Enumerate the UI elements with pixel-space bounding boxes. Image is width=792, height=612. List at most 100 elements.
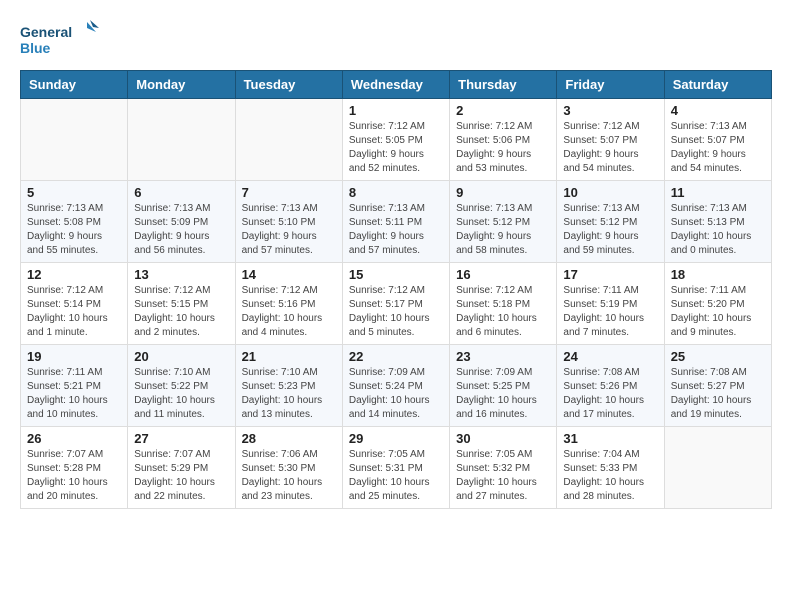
calendar-cell — [128, 99, 235, 181]
day-number: 31 — [563, 431, 657, 446]
calendar-cell: 18 Sunrise: 7:11 AM Sunset: 5:20 PM Dayli… — [664, 263, 771, 345]
calendar-cell: 15 Sunrise: 7:12 AM Sunset: 5:17 PM Dayli… — [342, 263, 449, 345]
day-number: 8 — [349, 185, 443, 200]
day-info: Sunrise: 7:13 AM Sunset: 5:07 PM Dayligh… — [671, 120, 765, 176]
calendar-cell: 10 Sunrise: 7:13 AM Sunset: 5:12 PM Dayli… — [557, 181, 664, 263]
svg-text:General: General — [20, 24, 72, 40]
weekday-header-saturday: Saturday — [664, 71, 771, 99]
calendar-cell: 26 Sunrise: 7:07 AM Sunset: 5:28 PM Dayli… — [21, 427, 128, 509]
calendar-cell: 23 Sunrise: 7:09 AM Sunset: 5:25 PM Dayli… — [450, 345, 557, 427]
calendar-cell: 14 Sunrise: 7:12 AM Sunset: 5:16 PM Dayli… — [235, 263, 342, 345]
calendar-week-row: 1 Sunrise: 7:12 AM Sunset: 5:05 PM Daylig… — [21, 99, 772, 181]
calendar-cell: 17 Sunrise: 7:11 AM Sunset: 5:19 PM Dayli… — [557, 263, 664, 345]
day-info: Sunrise: 7:11 AM Sunset: 5:21 PM Dayligh… — [27, 366, 121, 422]
day-number: 26 — [27, 431, 121, 446]
calendar-cell: 13 Sunrise: 7:12 AM Sunset: 5:15 PM Dayli… — [128, 263, 235, 345]
day-number: 19 — [27, 349, 121, 364]
calendar-cell — [664, 427, 771, 509]
day-info: Sunrise: 7:10 AM Sunset: 5:22 PM Dayligh… — [134, 366, 228, 422]
logo: General Blue — [20, 20, 100, 60]
day-number: 12 — [27, 267, 121, 282]
day-info: Sunrise: 7:13 AM Sunset: 5:08 PM Dayligh… — [27, 202, 121, 258]
weekday-header-sunday: Sunday — [21, 71, 128, 99]
day-number: 18 — [671, 267, 765, 282]
day-info: Sunrise: 7:07 AM Sunset: 5:28 PM Dayligh… — [27, 448, 121, 504]
day-number: 15 — [349, 267, 443, 282]
day-info: Sunrise: 7:13 AM Sunset: 5:13 PM Dayligh… — [671, 202, 765, 258]
calendar-week-row: 12 Sunrise: 7:12 AM Sunset: 5:14 PM Dayli… — [21, 263, 772, 345]
day-number: 7 — [242, 185, 336, 200]
day-number: 10 — [563, 185, 657, 200]
day-number: 9 — [456, 185, 550, 200]
calendar-cell: 22Sunrise: 7:09 AM Sunset: 5:24 PM Dayli… — [342, 345, 449, 427]
day-number: 25 — [671, 349, 765, 364]
logo-svg: General Blue — [20, 20, 100, 60]
calendar-cell: 21 Sunrise: 7:10 AM Sunset: 5:23 PM Dayli… — [235, 345, 342, 427]
calendar-cell: 5 Sunrise: 7:13 AM Sunset: 5:08 PM Daylig… — [21, 181, 128, 263]
day-number: 1 — [349, 103, 443, 118]
day-info: Sunrise: 7:08 AM Sunset: 5:26 PM Dayligh… — [563, 366, 657, 422]
calendar-cell: 3 Sunrise: 7:12 AM Sunset: 5:07 PM Daylig… — [557, 99, 664, 181]
page-header: General Blue — [20, 20, 772, 60]
calendar-week-row: 5 Sunrise: 7:13 AM Sunset: 5:08 PM Daylig… — [21, 181, 772, 263]
day-info: Sunrise: 7:06 AM Sunset: 5:30 PM Dayligh… — [242, 448, 336, 504]
day-info: Sunrise: 7:12 AM Sunset: 5:17 PM Dayligh… — [349, 284, 443, 340]
calendar-cell: 28 Sunrise: 7:06 AM Sunset: 5:30 PM Dayli… — [235, 427, 342, 509]
day-number: 20 — [134, 349, 228, 364]
svg-text:Blue: Blue — [20, 40, 51, 56]
day-number: 4 — [671, 103, 765, 118]
day-info: Sunrise: 7:12 AM Sunset: 5:14 PM Dayligh… — [27, 284, 121, 340]
day-number: 23 — [456, 349, 550, 364]
calendar-cell: 9 Sunrise: 7:13 AM Sunset: 5:12 PM Daylig… — [450, 181, 557, 263]
weekday-header-wednesday: Wednesday — [342, 71, 449, 99]
day-info: Sunrise: 7:13 AM Sunset: 5:12 PM Dayligh… — [456, 202, 550, 258]
calendar-cell: 16 Sunrise: 7:12 AM Sunset: 5:18 PM Dayli… — [450, 263, 557, 345]
day-info: Sunrise: 7:09 AM Sunset: 5:25 PM Dayligh… — [456, 366, 550, 422]
calendar-week-row: 19 Sunrise: 7:11 AM Sunset: 5:21 PM Dayli… — [21, 345, 772, 427]
day-info: Sunrise: 7:04 AM Sunset: 5:33 PM Dayligh… — [563, 448, 657, 504]
day-number: 22 — [349, 349, 443, 364]
calendar-cell: 1 Sunrise: 7:12 AM Sunset: 5:05 PM Daylig… — [342, 99, 449, 181]
day-number: 24 — [563, 349, 657, 364]
weekday-header-thursday: Thursday — [450, 71, 557, 99]
day-number: 21 — [242, 349, 336, 364]
day-info: Sunrise: 7:12 AM Sunset: 5:15 PM Dayligh… — [134, 284, 228, 340]
calendar-cell — [235, 99, 342, 181]
day-number: 6 — [134, 185, 228, 200]
day-number: 2 — [456, 103, 550, 118]
calendar-cell: 8Sunrise: 7:13 AM Sunset: 5:11 PM Daylig… — [342, 181, 449, 263]
day-info: Sunrise: 7:12 AM Sunset: 5:18 PM Dayligh… — [456, 284, 550, 340]
day-info: Sunrise: 7:12 AM Sunset: 5:05 PM Dayligh… — [349, 120, 443, 176]
day-info: Sunrise: 7:12 AM Sunset: 5:16 PM Dayligh… — [242, 284, 336, 340]
day-number: 14 — [242, 267, 336, 282]
calendar-cell: 24 Sunrise: 7:08 AM Sunset: 5:26 PM Dayli… — [557, 345, 664, 427]
day-info: Sunrise: 7:13 AM Sunset: 5:10 PM Dayligh… — [242, 202, 336, 258]
day-number: 3 — [563, 103, 657, 118]
calendar-cell: 31 Sunrise: 7:04 AM Sunset: 5:33 PM Dayli… — [557, 427, 664, 509]
calendar-cell: 4 Sunrise: 7:13 AM Sunset: 5:07 PM Daylig… — [664, 99, 771, 181]
day-number: 16 — [456, 267, 550, 282]
day-number: 5 — [27, 185, 121, 200]
day-info: Sunrise: 7:08 AM Sunset: 5:27 PM Dayligh… — [671, 366, 765, 422]
day-info: Sunrise: 7:11 AM Sunset: 5:20 PM Dayligh… — [671, 284, 765, 340]
calendar-cell: 2 Sunrise: 7:12 AM Sunset: 5:06 PM Daylig… — [450, 99, 557, 181]
calendar-cell: 30Sunrise: 7:05 AM Sunset: 5:32 PM Dayli… — [450, 427, 557, 509]
day-info: Sunrise: 7:10 AM Sunset: 5:23 PM Dayligh… — [242, 366, 336, 422]
calendar-cell: 12 Sunrise: 7:12 AM Sunset: 5:14 PM Dayli… — [21, 263, 128, 345]
day-number: 28 — [242, 431, 336, 446]
day-info: Sunrise: 7:12 AM Sunset: 5:06 PM Dayligh… — [456, 120, 550, 176]
weekday-header-tuesday: Tuesday — [235, 71, 342, 99]
day-number: 13 — [134, 267, 228, 282]
calendar-table: SundayMondayTuesdayWednesdayThursdayFrid… — [20, 70, 772, 509]
calendar-cell: 27Sunrise: 7:07 AM Sunset: 5:29 PM Dayli… — [128, 427, 235, 509]
day-number: 11 — [671, 185, 765, 200]
calendar-cell: 7 Sunrise: 7:13 AM Sunset: 5:10 PM Daylig… — [235, 181, 342, 263]
day-info: Sunrise: 7:13 AM Sunset: 5:12 PM Dayligh… — [563, 202, 657, 258]
day-info: Sunrise: 7:11 AM Sunset: 5:19 PM Dayligh… — [563, 284, 657, 340]
day-info: Sunrise: 7:13 AM Sunset: 5:09 PM Dayligh… — [134, 202, 228, 258]
day-info: Sunrise: 7:12 AM Sunset: 5:07 PM Dayligh… — [563, 120, 657, 176]
day-number: 17 — [563, 267, 657, 282]
weekday-header-friday: Friday — [557, 71, 664, 99]
day-number: 27 — [134, 431, 228, 446]
calendar-cell: 20 Sunrise: 7:10 AM Sunset: 5:22 PM Dayli… — [128, 345, 235, 427]
